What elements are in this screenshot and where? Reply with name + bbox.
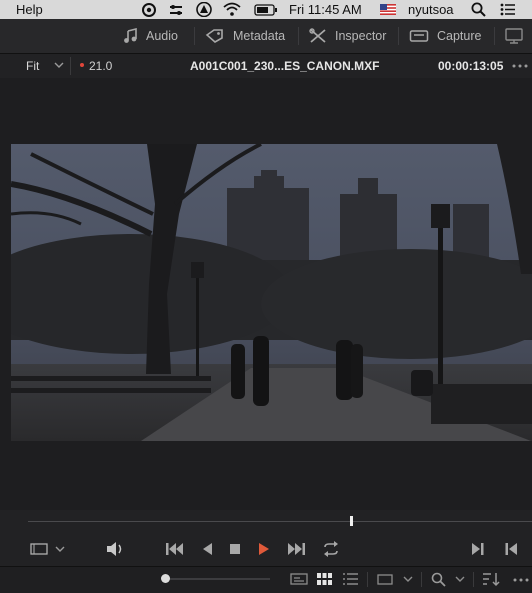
transport-bar: [0, 510, 532, 566]
stop-icon[interactable]: [229, 543, 241, 555]
header-divider: [70, 57, 71, 75]
capture-label: Capture: [437, 29, 482, 43]
chevron-down-icon[interactable]: [54, 61, 64, 69]
scrubber-track[interactable]: [28, 521, 532, 522]
inspector-label: Inspector: [335, 29, 387, 43]
capture-button[interactable]: Capture: [409, 19, 481, 53]
spotlight-search-icon[interactable]: [471, 2, 486, 17]
zoom-dropdown[interactable]: Fit: [26, 59, 39, 73]
viewer-header: Fit 21.0 A001C001_230...ES_CANON.MXF 00:…: [0, 54, 532, 79]
volume-icon[interactable]: [105, 541, 125, 557]
more-options-icon[interactable]: [512, 64, 528, 68]
loop-icon[interactable]: [321, 541, 341, 557]
mark-out-icon[interactable]: [504, 542, 518, 556]
toolbar-divider: [298, 27, 299, 45]
go-to-end-icon[interactable]: [286, 542, 306, 556]
sort-icon[interactable]: [482, 572, 500, 587]
toolbar-divider: [494, 27, 495, 45]
clip-view-icon[interactable]: [377, 574, 393, 585]
metadata-label: Metadata: [233, 29, 286, 43]
wifi-icon[interactable]: [222, 2, 242, 17]
go-to-start-icon[interactable]: [165, 542, 185, 556]
metadata-button[interactable]: Metadata: [205, 19, 285, 53]
battery-icon[interactable]: [254, 3, 278, 16]
metadata-view-icon[interactable]: [290, 573, 308, 585]
notification-center-icon[interactable]: [500, 3, 516, 16]
more-options-icon[interactable]: [513, 578, 529, 582]
zoom-slider-track[interactable]: [165, 578, 270, 580]
chevron-down-icon[interactable]: [55, 546, 65, 553]
viewer-mode-icon[interactable]: [30, 543, 48, 555]
menu-bar: Help Fri 11:45 AM nyutsoa: [0, 0, 532, 19]
monitor-icon[interactable]: [504, 28, 524, 44]
inspector-tools-icon: [309, 28, 327, 44]
audio-label: Audio: [146, 29, 178, 43]
music-note-icon: [122, 28, 138, 44]
creative-cloud-icon[interactable]: [140, 2, 158, 17]
bottom-divider: [367, 572, 368, 587]
bottom-bar: [0, 566, 532, 593]
timecode[interactable]: 00:00:13:05: [438, 59, 503, 73]
tag-icon: [205, 28, 225, 44]
thumbnail-view-icon[interactable]: [317, 573, 332, 585]
clip-name: A001C001_230...ES_CANON.MXF: [190, 59, 380, 73]
list-view-icon[interactable]: [343, 573, 358, 585]
us-flag-icon[interactable]: [380, 4, 396, 15]
menu-clock[interactable]: Fri 11:45 AM: [289, 2, 362, 17]
page-toolbar: Audio Metadata Inspector Capture: [0, 19, 532, 54]
audio-button[interactable]: Audio: [122, 19, 178, 53]
zoom-level[interactable]: 21.0: [89, 59, 112, 73]
playhead[interactable]: [349, 516, 353, 526]
record-dot: [80, 63, 84, 67]
search-icon[interactable]: [431, 572, 446, 587]
help-menu[interactable]: Help: [16, 2, 43, 17]
user-menu[interactable]: nyutsoa: [408, 2, 454, 17]
play-reverse-icon[interactable]: [201, 542, 213, 556]
capture-deck-icon: [409, 28, 429, 44]
play-icon[interactable]: [258, 542, 270, 556]
drive-icon[interactable]: [196, 2, 212, 17]
mark-in-icon[interactable]: [471, 542, 485, 556]
video-frame[interactable]: [0, 142, 532, 441]
toolbar-divider: [398, 27, 399, 45]
chevron-down-icon[interactable]: [403, 576, 413, 583]
bottom-divider: [473, 572, 474, 587]
control-icon[interactable]: [168, 2, 184, 17]
bottom-divider: [421, 572, 422, 587]
inspector-button[interactable]: Inspector: [309, 19, 386, 53]
chevron-down-icon[interactable]: [455, 576, 465, 583]
zoom-slider-handle[interactable]: [161, 574, 170, 583]
toolbar-divider: [194, 27, 195, 45]
